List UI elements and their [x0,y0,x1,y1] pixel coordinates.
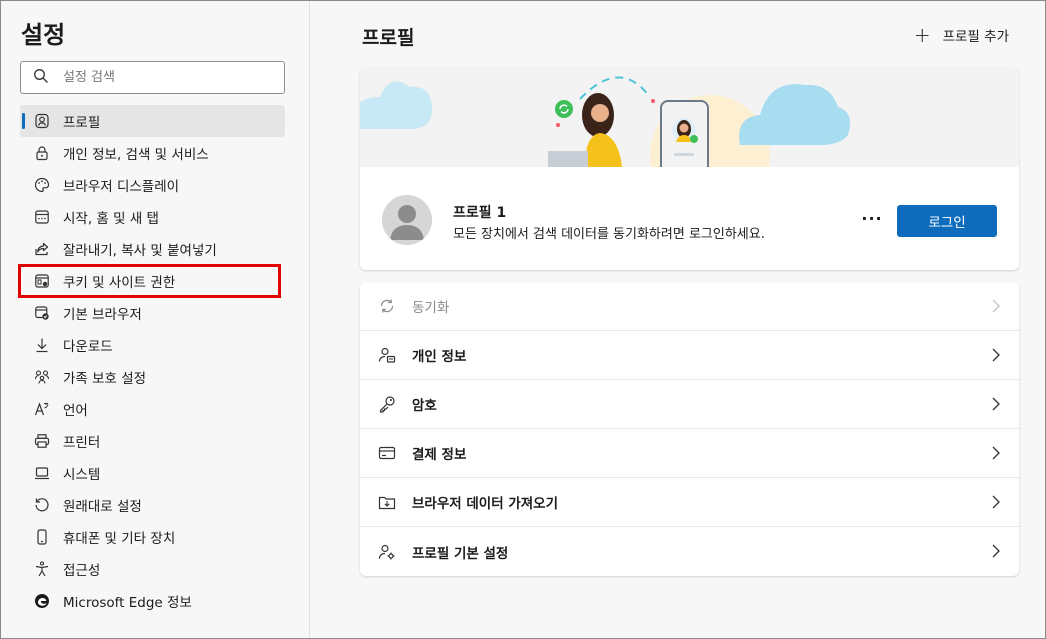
personal-info-icon [378,346,396,364]
search-input[interactable] [63,70,263,85]
chevron-right-icon [992,397,1000,411]
row-import-browser-data[interactable]: 브라우저 데이터 가져오기 [360,478,1019,527]
sidebar-item-accessibility[interactable]: 접근성 [20,553,285,585]
profile-description: 모든 장치에서 검색 데이터를 동기화하려면 로그인하세요. [453,227,765,242]
page-title: 프로필 [362,27,415,49]
sidebar-nav: 프로필 개인 정보, 검색 및 서비스 브라우저 디스플레이 시작, 홈 및 새… [20,105,285,617]
system-icon [34,465,50,481]
sidebar-item-languages[interactable]: 언어 [20,393,285,425]
profile-settings-list: 동기화 개인 정보 암호 결제 정보 브라우저 데이터 가져오기 프로필 기본 … [360,282,1019,576]
default-browser-icon [34,305,50,321]
sidebar-item-phone-devices[interactable]: 휴대폰 및 기타 장치 [20,521,285,553]
login-button[interactable]: 로그인 [897,205,997,237]
sidebar-item-label: 기본 브라우저 [63,307,142,323]
row-personal-info[interactable]: 개인 정보 [360,331,1019,380]
chevron-right-icon [992,348,1000,362]
main-content: 프로필 + 프로필 추가 프로필 1 모든 장치에서 검색 데이터를 동기화하려… [311,1,1045,638]
sidebar-item-share-copy-paste[interactable]: 잘라내기, 복사 및 붙여넣기 [20,233,285,265]
sidebar-item-label: 시작, 홈 및 새 탭 [63,211,159,227]
row-payment-info[interactable]: 결제 정보 [360,429,1019,478]
profile-name: 프로필 1 [453,205,507,221]
sync-icon [378,297,396,315]
chevron-right-icon [992,299,1000,313]
sidebar-item-label: 프린터 [63,435,101,451]
plus-icon: + [913,23,931,47]
add-profile-button[interactable]: + 프로필 추가 [914,25,1009,45]
search-box[interactable] [20,61,285,94]
sidebar-item-about-edge[interactable]: Microsoft Edge 정보 [20,585,285,617]
row-sync[interactable]: 동기화 [360,282,1019,331]
palette-icon [34,177,50,193]
sidebar-item-reset[interactable]: 원래대로 설정 [20,489,285,521]
sidebar-item-label: 원래대로 설정 [63,499,142,515]
row-label: 브라우저 데이터 가져오기 [412,496,559,512]
accessibility-icon [34,561,50,577]
profile-prefs-icon [378,543,396,561]
row-label: 프로필 기본 설정 [412,545,509,562]
sidebar-item-label: 시스템 [63,467,101,483]
avatar [382,195,432,245]
chevron-right-icon [992,495,1000,509]
sidebar-item-label: 접근성 [63,563,101,579]
lock-icon [34,145,50,161]
sidebar-item-privacy[interactable]: 개인 정보, 검색 및 서비스 [20,137,285,169]
row-profile-preferences[interactable]: 프로필 기본 설정 [360,527,1019,576]
sidebar-item-printers[interactable]: 프린터 [20,425,285,457]
sidebar-item-label: 개인 정보, 검색 및 서비스 [63,147,209,163]
card-icon [378,444,396,462]
sidebar-item-family-safety[interactable]: 가족 보호 설정 [20,361,285,393]
sidebar-item-appearance[interactable]: 브라우저 디스플레이 [20,169,285,201]
chevron-right-icon [992,544,1000,558]
sidebar-item-label: 휴대폰 및 기타 장치 [63,531,176,547]
sidebar-item-system[interactable]: 시스템 [20,457,285,489]
more-options-button[interactable]: ··· [860,209,884,229]
sidebar-item-label: 언어 [63,403,88,419]
printer-icon [34,433,50,449]
sidebar-item-label: 잘라내기, 복사 및 붙여넣기 [63,243,217,259]
chevron-right-icon [992,446,1000,460]
share-icon [34,241,50,257]
sidebar-item-cookies-permissions[interactable]: 쿠키 및 사이트 권한 [20,265,285,297]
profile-icon [34,113,50,129]
sidebar-item-label: Microsoft Edge 정보 [63,595,192,611]
profile-banner-illustration [360,67,1019,167]
import-icon [378,493,396,511]
sidebar-title: 설정 [21,21,66,49]
sidebar-item-profile[interactable]: 프로필 [20,105,285,137]
reset-icon [34,497,50,513]
sidebar: 설정 프로필 개인 정보, 검색 및 서비스 브라우저 디스플레이 시작, 홈 … [1,1,310,638]
phone-icon [34,529,50,545]
row-passwords[interactable]: 암호 [360,380,1019,429]
sidebar-item-label: 쿠키 및 사이트 권한 [63,275,176,291]
row-label: 개인 정보 [412,349,467,365]
download-icon [34,337,50,353]
sidebar-item-label: 가족 보호 설정 [63,371,147,387]
family-icon [34,369,50,385]
add-profile-label: 프로필 추가 [942,29,1009,45]
key-icon [378,395,396,413]
search-icon [33,68,49,88]
profile-card: 프로필 1 모든 장치에서 검색 데이터를 동기화하려면 로그인하세요. ···… [360,67,1019,270]
sidebar-item-default-browser[interactable]: 기본 브라우저 [20,297,285,329]
sidebar-item-downloads[interactable]: 다운로드 [20,329,285,361]
sidebar-item-label: 프로필 [63,115,101,131]
row-label: 결제 정보 [412,447,467,463]
edge-logo-icon [34,593,50,609]
row-label: 동기화 [412,300,450,316]
row-label: 암호 [412,398,437,414]
language-icon [34,401,50,417]
site-permissions-icon [34,273,50,289]
sidebar-item-label: 브라우저 디스플레이 [63,179,180,195]
sidebar-item-label: 다운로드 [63,339,113,355]
home-tabs-icon [34,209,50,225]
sidebar-item-start-home[interactable]: 시작, 홈 및 새 탭 [20,201,285,233]
